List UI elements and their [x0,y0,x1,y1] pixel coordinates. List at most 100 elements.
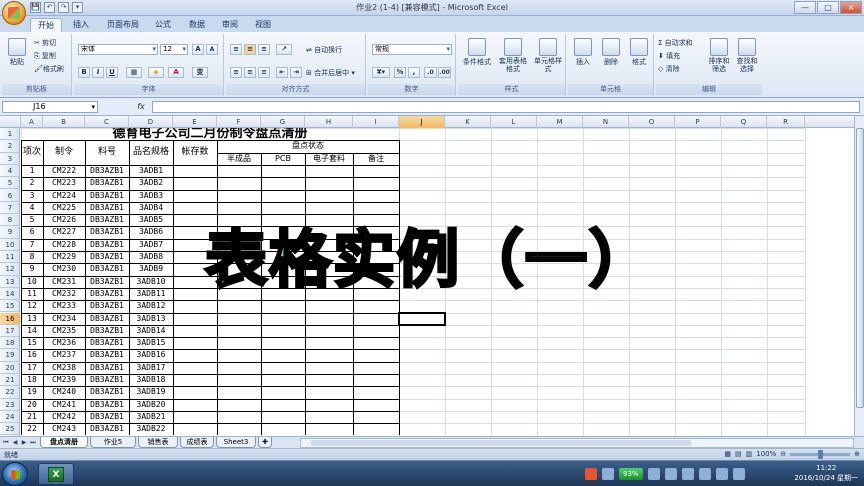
row-header[interactable]: 17 [0,325,20,338]
increase-indent-button[interactable]: ⇥ [290,67,302,78]
select-all-corner[interactable] [0,116,21,128]
data-cell[interactable]: 3ADB7 [129,239,173,251]
row-header[interactable]: 9 [0,226,20,239]
office-button[interactable] [2,1,26,25]
tab-4[interactable]: 数据 [182,18,212,32]
data-cell[interactable]: 5 [21,214,43,226]
scroll-thumb[interactable] [311,440,691,446]
find-select-button[interactable]: 查找和选择 [734,38,760,73]
close-button[interactable]: × [840,1,862,14]
data-cell[interactable]: DB3AZB1 [85,313,129,325]
data-cell[interactable]: 3ADB18 [129,374,173,386]
save-icon[interactable]: 💾 [30,2,41,13]
row-header[interactable]: 10 [0,239,20,251]
data-cell[interactable]: 10 [21,276,43,288]
data-cell[interactable]: DB3AZB1 [85,263,129,275]
data-cell[interactable]: CM238 [43,362,85,374]
data-cell[interactable]: 20 [21,399,43,411]
data-cell[interactable]: 2 [21,177,43,189]
data-cell[interactable]: 3ADB14 [129,325,173,337]
decrease-indent-button[interactable]: ⇤ [276,67,288,78]
copy-button[interactable]: ⎘ 复制 [34,51,56,61]
data-cell[interactable]: 3ADB22 [129,423,173,435]
row-header[interactable]: 4 [0,165,20,178]
align-top-button[interactable]: ≡ [230,44,242,55]
font-size-select[interactable]: 12 [160,44,188,55]
data-cell[interactable]: CM228 [43,239,85,251]
input-method-icon[interactable] [585,468,597,480]
clear-button[interactable]: ◇ 清除 [658,64,680,74]
autosum-button[interactable]: Σ 自动求和 [658,38,693,48]
data-cell[interactable]: CM222 [43,165,85,177]
start-button[interactable] [2,462,28,486]
data-cell[interactable]: CM243 [43,423,85,435]
cut-button[interactable]: ✂ 剪切 [34,38,56,48]
borders-button[interactable]: ▦ [126,67,142,78]
column-header[interactable]: A [21,116,43,128]
font-color-button[interactable]: A [168,67,184,78]
normal-view-icon[interactable]: ▦ [724,450,731,458]
column-header[interactable]: K [445,116,491,128]
header-cell[interactable]: 制令 [43,140,85,165]
row-header[interactable]: 19 [0,349,20,362]
maximize-button[interactable]: □ [817,1,839,14]
insert-cells-button[interactable]: 插入 [570,38,596,67]
zoom-out-icon[interactable]: ⊖ [780,450,786,458]
tab-2[interactable]: 页面布局 [102,18,144,32]
column-header[interactable]: J [399,116,445,128]
data-cell[interactable]: 3ADB12 [129,300,173,312]
data-cell[interactable]: 14 [21,325,43,337]
data-cell[interactable]: CM230 [43,263,85,275]
excel-taskbar-button[interactable]: X [38,463,74,485]
data-cell[interactable]: 7 [21,239,43,251]
data-cell[interactable]: 3ADB3 [129,190,173,202]
grow-font-button[interactable]: A [192,44,204,55]
row-header[interactable]: 6 [0,190,20,202]
data-cell[interactable]: DB3AZB1 [85,214,129,226]
shield-icon[interactable] [664,468,677,480]
data-cell[interactable]: 13 [21,313,43,325]
data-cell[interactable]: CM235 [43,325,85,337]
data-cell[interactable]: 3ADB4 [129,202,173,214]
data-cell[interactable]: CM242 [43,411,85,423]
data-cell[interactable]: 3ADB5 [129,214,173,226]
row-header[interactable]: 24 [0,411,20,424]
data-cell[interactable]: DB3AZB1 [85,362,129,374]
tab-6[interactable]: 视图 [248,18,278,32]
row-header[interactable]: 1 [0,128,20,141]
merge-center-button[interactable]: ⊞ 合并后居中 ▾ [306,68,355,78]
data-cell[interactable]: 17 [21,362,43,374]
data-cell[interactable]: CM237 [43,349,85,361]
header-cell[interactable]: PCB [261,153,305,165]
data-cell[interactable]: 16 [21,349,43,361]
bold-button[interactable]: B [78,67,90,78]
paste-button[interactable]: 粘贴 [4,38,30,67]
row-header[interactable]: 5 [0,177,20,190]
undo-icon[interactable]: ↶ [44,2,55,13]
data-cell[interactable]: 1 [21,165,43,177]
data-cell[interactable]: DB3AZB1 [85,239,129,251]
data-cell[interactable]: 3ADB20 [129,399,173,411]
header-cell[interactable]: 备注 [353,153,399,165]
column-header[interactable]: O [629,116,675,128]
data-cell[interactable]: 12 [21,300,43,312]
delete-cells-button[interactable]: 删除 [598,38,624,67]
column-header[interactable]: E [173,116,217,128]
data-cell[interactable]: DB3AZB1 [85,202,129,214]
zoom-level[interactable]: 100% [756,450,776,458]
data-cell[interactable]: 8 [21,251,43,263]
next-sheet-button[interactable]: ▶ [20,438,28,448]
header-cell[interactable]: 项次 [21,140,43,165]
data-cell[interactable]: 3ADB13 [129,313,173,325]
data-cell[interactable]: CM224 [43,190,85,202]
tab-5[interactable]: 审阅 [216,18,244,32]
zoom-in-icon[interactable]: ⊕ [854,450,860,458]
italic-button[interactable]: I [92,67,104,78]
data-cell[interactable]: DB3AZB1 [85,386,129,398]
orientation-button[interactable]: ↗ [276,44,292,55]
data-cell[interactable]: 3ADB21 [129,411,173,423]
zoom-slider[interactable] [790,449,851,459]
data-cell[interactable]: CM231 [43,276,85,288]
sheet-tab[interactable]: 作业5 [90,437,136,448]
format-as-table-button[interactable]: 套用表格格式 [496,38,530,73]
